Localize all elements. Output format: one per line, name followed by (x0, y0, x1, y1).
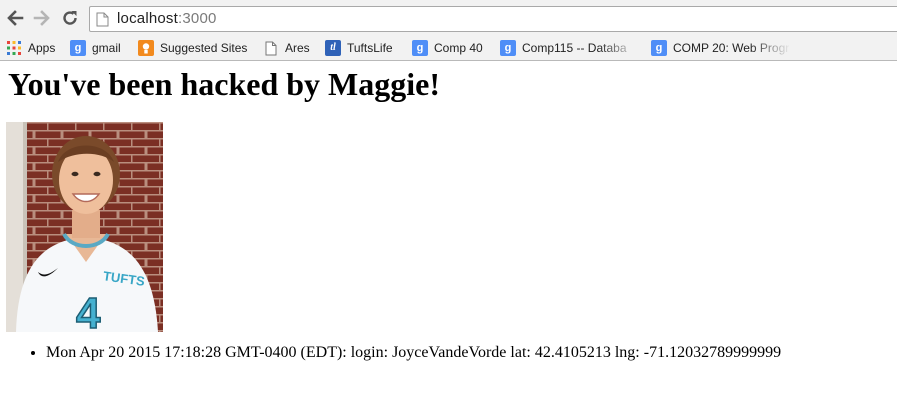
login-log-list: Mon Apr 20 2015 17:18:28 GMT-0400 (EDT):… (8, 344, 781, 362)
jersey-number: 4 (76, 289, 101, 332)
bookmark-label: TuftsLife (347, 41, 393, 55)
bookmark-label: Ares (285, 41, 310, 55)
bookmark-label: Apps (28, 41, 56, 55)
bookmark-ares[interactable]: Ares (263, 38, 310, 58)
bookmark-comp20[interactable]: g COMP 20: Web Progr (651, 38, 791, 58)
bookmark-suggested-sites[interactable]: Suggested Sites (138, 38, 247, 58)
navigation-bar: localhost:3000 (0, 0, 897, 36)
forward-arrow-icon (33, 10, 50, 26)
bookmarks-bar: Apps g gmail Suggested Sites Ares tl Tuf… (0, 36, 897, 60)
page-icon (263, 40, 279, 56)
reload-button[interactable] (60, 8, 80, 28)
bookmark-label: Comp115 -- Databa (522, 41, 627, 55)
url-port: :3000 (178, 10, 217, 27)
bookmark-comp40[interactable]: g Comp 40 (412, 38, 483, 58)
page-title: You've been hacked by Maggie! (8, 66, 440, 102)
apps-grid-icon (6, 40, 22, 56)
bookmark-tuftslife[interactable]: tl TuftsLife (325, 38, 393, 58)
bookmark-label: gmail (92, 41, 121, 55)
browser-chrome: localhost:3000 Apps g gmail Suggested Si… (0, 0, 897, 61)
url-host: localhost (117, 10, 179, 27)
list-item: Mon Apr 20 2015 17:18:28 GMT-0400 (EDT):… (46, 344, 781, 362)
back-arrow-icon (7, 10, 24, 26)
reload-icon (63, 11, 77, 25)
back-button[interactable] (5, 8, 25, 28)
tuftslife-icon: tl (325, 40, 341, 56)
google-icon: g (412, 40, 428, 56)
page-content: You've been hacked by Maggie! TUFTS 4 • … (0, 61, 897, 418)
url-text: localhost:3000 (117, 10, 217, 27)
address-bar[interactable]: localhost:3000 (89, 6, 897, 32)
google-icon: g (500, 40, 516, 56)
suggested-sites-icon (138, 40, 154, 56)
bookmark-label: COMP 20: Web Progr (673, 41, 790, 55)
google-icon: g (70, 40, 86, 56)
forward-button[interactable] (32, 8, 52, 28)
google-icon: g (651, 40, 667, 56)
bookmark-gmail[interactable]: g gmail (70, 38, 121, 58)
bookmark-label: Suggested Sites (160, 41, 248, 55)
profile-photo: TUFTS 4 (6, 122, 163, 332)
page-icon (96, 12, 109, 27)
bookmark-comp115[interactable]: g Comp115 -- Databa (500, 38, 640, 58)
bookmark-label: Comp 40 (434, 41, 483, 55)
bookmark-apps[interactable]: Apps (6, 38, 55, 58)
